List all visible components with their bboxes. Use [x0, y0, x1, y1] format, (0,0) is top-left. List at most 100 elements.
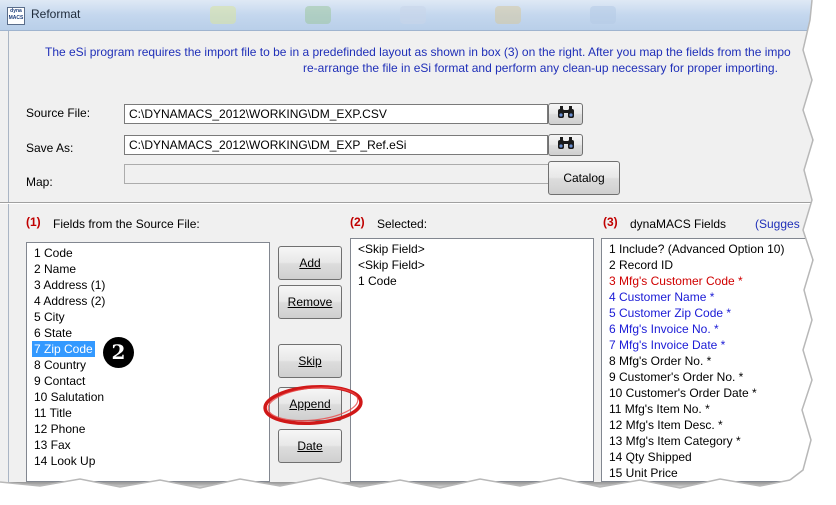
catalog-button-label: Catalog	[563, 171, 605, 185]
dynamacs-field-item-label: 2 Record ID	[609, 258, 674, 272]
source-field-item-label: 3 Address (1)	[34, 278, 106, 292]
source-field-item[interactable]: 10 Salutation	[27, 389, 269, 405]
dynamacs-field-item[interactable]: 1 Include? (Advanced Option 10)	[602, 241, 812, 257]
dynamacs-field-item[interactable]: 2 Record ID	[602, 257, 812, 273]
dynamacs-field-item-label: 10 Customer's Order Date *	[609, 386, 757, 400]
skip-button-label: Skip	[298, 354, 322, 368]
dynamacs-field-item-label: 7 Mfg's Invoice Date *	[609, 338, 726, 352]
separator	[0, 202, 812, 204]
blurred-icon	[495, 6, 521, 24]
dynamacs-field-item[interactable]: 7 Mfg's Invoice Date *	[602, 337, 812, 353]
reformat-window: dyna MACS Reformat The eSi program requi…	[0, 0, 812, 482]
source-field-item[interactable]: 12 Phone	[27, 421, 269, 437]
dynamacs-field-item-label: 11 Mfg's Item No. *	[609, 402, 710, 416]
dynamacs-fields-list[interactable]: 1 Include? (Advanced Option 10) 2 Record …	[601, 238, 812, 482]
remove-button-label: Remove	[287, 295, 333, 309]
section1-number: (1)	[26, 215, 41, 229]
source-field-item[interactable]: 8 Country	[27, 357, 269, 373]
dynamacs-field-item[interactable]: 8 Mfg's Order No. *	[602, 353, 812, 369]
source-fields-list[interactable]: 1 Code 2 Name 3 Address (1) 4 Address (2) 5 …	[26, 242, 270, 482]
source-field-item[interactable]: 2 Name	[27, 261, 269, 277]
source-field-item[interactable]: 14 Look Up	[27, 453, 269, 469]
dynamacs-field-item[interactable]: 10 Customer's Order Date *	[602, 385, 812, 401]
skip-button[interactable]: Skip	[278, 344, 342, 378]
source-file-label: Source File:	[26, 106, 91, 120]
remove-button[interactable]: Remove	[278, 285, 342, 319]
dynamacs-field-item-label: 3 Mfg's Customer Code *	[609, 274, 743, 288]
selected-field-item-label: <Skip Field>	[358, 258, 425, 272]
selected-field-item[interactable]: <Skip Field>	[351, 241, 593, 257]
dynamacs-field-item-label: 15 Unit Price	[609, 466, 678, 480]
source-field-item[interactable]: 3 Address (1)	[27, 277, 269, 293]
source-field-item-label: 11 Title	[34, 406, 72, 420]
blurred-icon	[400, 6, 426, 24]
selected-field-item[interactable]: 1 Code	[351, 273, 593, 289]
dynamacs-field-item[interactable]: 3 Mfg's Customer Code *	[602, 273, 812, 289]
window-title: Reformat	[31, 7, 81, 21]
highlight-circle	[263, 384, 363, 426]
add-button-label: Add	[299, 256, 321, 270]
info-line-1: The eSi program requires the import file…	[45, 45, 791, 59]
source-field-item-label: 9 Contact	[34, 374, 86, 388]
dynamacs-field-item-label: 9 Customer's Order No. *	[609, 370, 744, 384]
dynamacs-field-item[interactable]: 12 Mfg's Item Desc. *	[602, 417, 812, 433]
selected-fields-list[interactable]: <Skip Field> <Skip Field> 1 Code	[350, 238, 594, 482]
source-field-item-label: 8 Country	[34, 358, 87, 372]
dynamacs-field-item-label: 4 Customer Name *	[609, 290, 715, 304]
source-field-item[interactable]: 13 Fax	[27, 437, 269, 453]
section3-title: dynaMACS Fields	[630, 217, 727, 231]
selected-field-item[interactable]: <Skip Field>	[351, 257, 593, 273]
suggested-link[interactable]: (Sugges	[755, 217, 800, 231]
source-field-item[interactable]: 6 State	[27, 325, 269, 341]
dynamacs-field-item[interactable]: 9 Customer's Order No. *	[602, 369, 812, 385]
dynamacs-field-item-label: 8 Mfg's Order No. *	[609, 354, 712, 368]
source-field-item-label: 10 Salutation	[34, 390, 105, 404]
date-button-label: Date	[297, 439, 323, 453]
selected-field-item-label: 1 Code	[358, 274, 397, 288]
source-field-item[interactable]: 5 City	[27, 309, 269, 325]
source-field-item-label: 2 Name	[34, 262, 77, 276]
browse-save-button[interactable]	[548, 134, 583, 156]
source-file-input[interactable]: C:\DYNAMACS_2012\WORKING\DM_EXP.CSV	[124, 104, 548, 124]
dynamacs-field-item[interactable]: 14 Qty Shipped	[602, 449, 812, 465]
info-line-2: re-arrange the file in eSi format and pe…	[303, 61, 778, 75]
binoculars-icon	[557, 137, 574, 149]
dynamacs-field-item[interactable]: 6 Mfg's Invoice No. *	[602, 321, 812, 337]
binoculars-icon	[557, 106, 574, 118]
dynamacs-field-item-label: 13 Mfg's Item Category *	[609, 434, 741, 448]
step-number-badge: 2	[103, 337, 134, 368]
dynamacs-field-item[interactable]: 4 Customer Name *	[602, 289, 812, 305]
source-field-item-label: 14 Look Up	[34, 454, 96, 468]
dynamacs-field-item[interactable]: 11 Mfg's Item No. *	[602, 401, 812, 417]
browse-source-button[interactable]	[548, 103, 583, 125]
map-input[interactable]	[124, 164, 550, 184]
section2-title: Selected:	[377, 217, 428, 231]
catalog-button[interactable]: Catalog	[548, 161, 620, 195]
source-field-item[interactable]: 7 Zip Code	[27, 341, 269, 357]
source-field-item[interactable]: 9 Contact	[27, 373, 269, 389]
source-field-item-label: 5 City	[34, 310, 65, 324]
dynamacs-field-item[interactable]: 13 Mfg's Item Category *	[602, 433, 812, 449]
source-field-item-label: 7 Zip Code	[32, 341, 95, 357]
add-button[interactable]: Add	[278, 246, 342, 280]
title-bar: dyna MACS Reformat	[0, 0, 812, 31]
source-field-item[interactable]: 1 Code	[27, 245, 269, 261]
dynamacs-field-item-label: 5 Customer Zip Code *	[609, 306, 732, 320]
source-field-item-label: 4 Address (2)	[34, 294, 106, 308]
save-as-input[interactable]: C:\DYNAMACS_2012\WORKING\DM_EXP_Ref.eSi	[124, 135, 548, 155]
section1-title: Fields from the Source File:	[53, 217, 200, 231]
map-label: Map:	[26, 175, 53, 189]
source-field-item-label: 12 Phone	[34, 422, 86, 436]
blurred-icon	[305, 6, 331, 24]
dynamacs-field-item[interactable]: 15 Unit Price	[602, 465, 812, 481]
source-field-item[interactable]: 4 Address (2)	[27, 293, 269, 309]
date-button[interactable]: Date	[278, 429, 342, 463]
dynamacs-field-item-label: 1 Include? (Advanced Option 10)	[609, 242, 785, 256]
dynamacs-field-item-label: 6 Mfg's Invoice No. *	[609, 322, 719, 336]
source-field-item-label: 6 State	[34, 326, 73, 340]
dynamacs-field-item-label: 12 Mfg's Item Desc. *	[609, 418, 723, 432]
section3-number: (3)	[603, 215, 618, 229]
source-field-item[interactable]: 11 Title	[27, 405, 269, 421]
dynamacs-field-item[interactable]: 5 Customer Zip Code *	[602, 305, 812, 321]
dynamacs-field-item-label: 14 Qty Shipped	[609, 450, 692, 464]
